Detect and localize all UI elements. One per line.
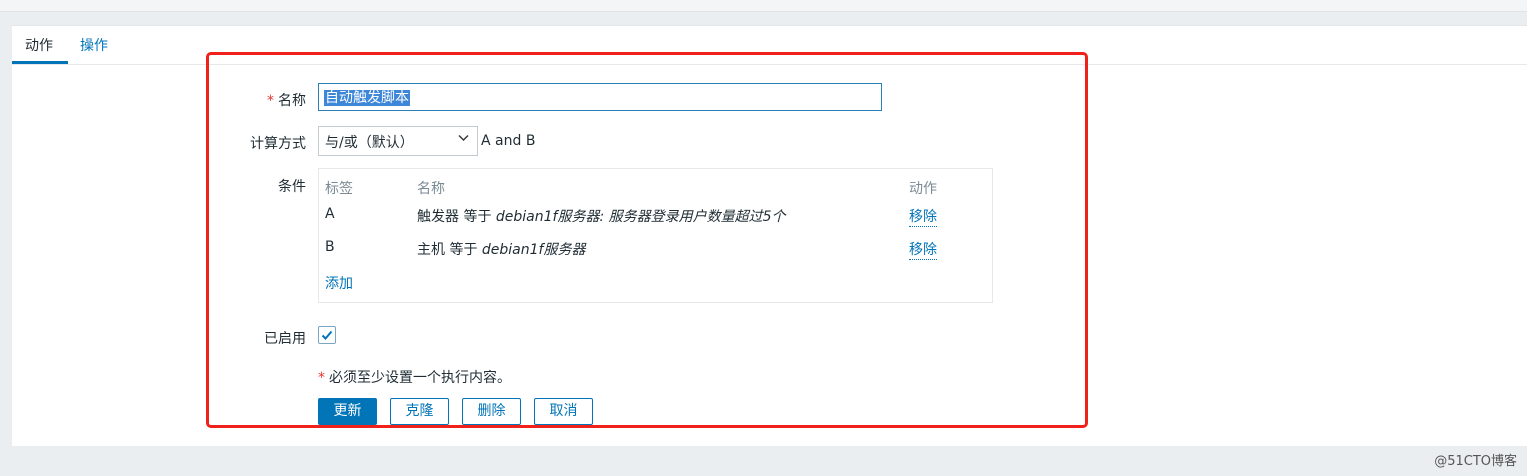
header-tag: 标签	[325, 181, 353, 197]
condition-name: 主机 等于 debian1f服务器	[417, 242, 586, 258]
condition-tag: B	[325, 239, 335, 255]
watermark: @51CTO博客	[1434, 454, 1517, 469]
remove-condition-link[interactable]: 移除	[909, 239, 937, 260]
remove-condition-link[interactable]: 移除	[909, 206, 937, 227]
condition-tag: A	[325, 206, 335, 222]
add-condition-link[interactable]: 添加	[325, 273, 353, 293]
checkmark-icon	[321, 330, 333, 340]
conditions-label: 条件	[278, 179, 306, 195]
top-bar	[0, 0, 1527, 12]
tab-operations[interactable]: 操作	[80, 35, 108, 55]
conditions-table: 标签 名称 动作 A 触发器 等于 debian1f服务器: 服务器登录用户数量…	[318, 168, 993, 303]
tab-bar: 动作 操作	[12, 26, 1527, 65]
name-input-value: 自动触发脚本	[324, 90, 410, 106]
update-button[interactable]: 更新	[318, 398, 377, 425]
cancel-button[interactable]: 取消	[534, 398, 593, 425]
header-name: 名称	[417, 181, 445, 197]
calculation-label: 计算方式	[250, 136, 306, 152]
clone-button[interactable]: 克隆	[390, 398, 449, 425]
tab-action[interactable]: 动作	[25, 35, 53, 55]
calculation-formula: A and B	[481, 133, 536, 149]
calculation-selected-value: 与/或（默认）	[325, 135, 414, 151]
condition-name: 触发器 等于 debian1f服务器: 服务器登录用户数量超过5个	[417, 209, 786, 225]
name-label: * 名称	[267, 93, 306, 109]
delete-button[interactable]: 删除	[462, 398, 521, 425]
enabled-label: 已启用	[264, 331, 306, 347]
calculation-select[interactable]: 与/或（默认）	[318, 126, 478, 156]
requirement-note: * 必须至少设置一个执行内容。	[318, 370, 511, 386]
chevron-down-icon	[458, 131, 469, 146]
name-input[interactable]: 自动触发脚本	[318, 83, 882, 111]
required-mark: *	[267, 93, 274, 109]
header-action: 动作	[909, 181, 937, 197]
enabled-checkbox[interactable]	[318, 326, 336, 344]
active-tab-indicator	[12, 61, 68, 64]
